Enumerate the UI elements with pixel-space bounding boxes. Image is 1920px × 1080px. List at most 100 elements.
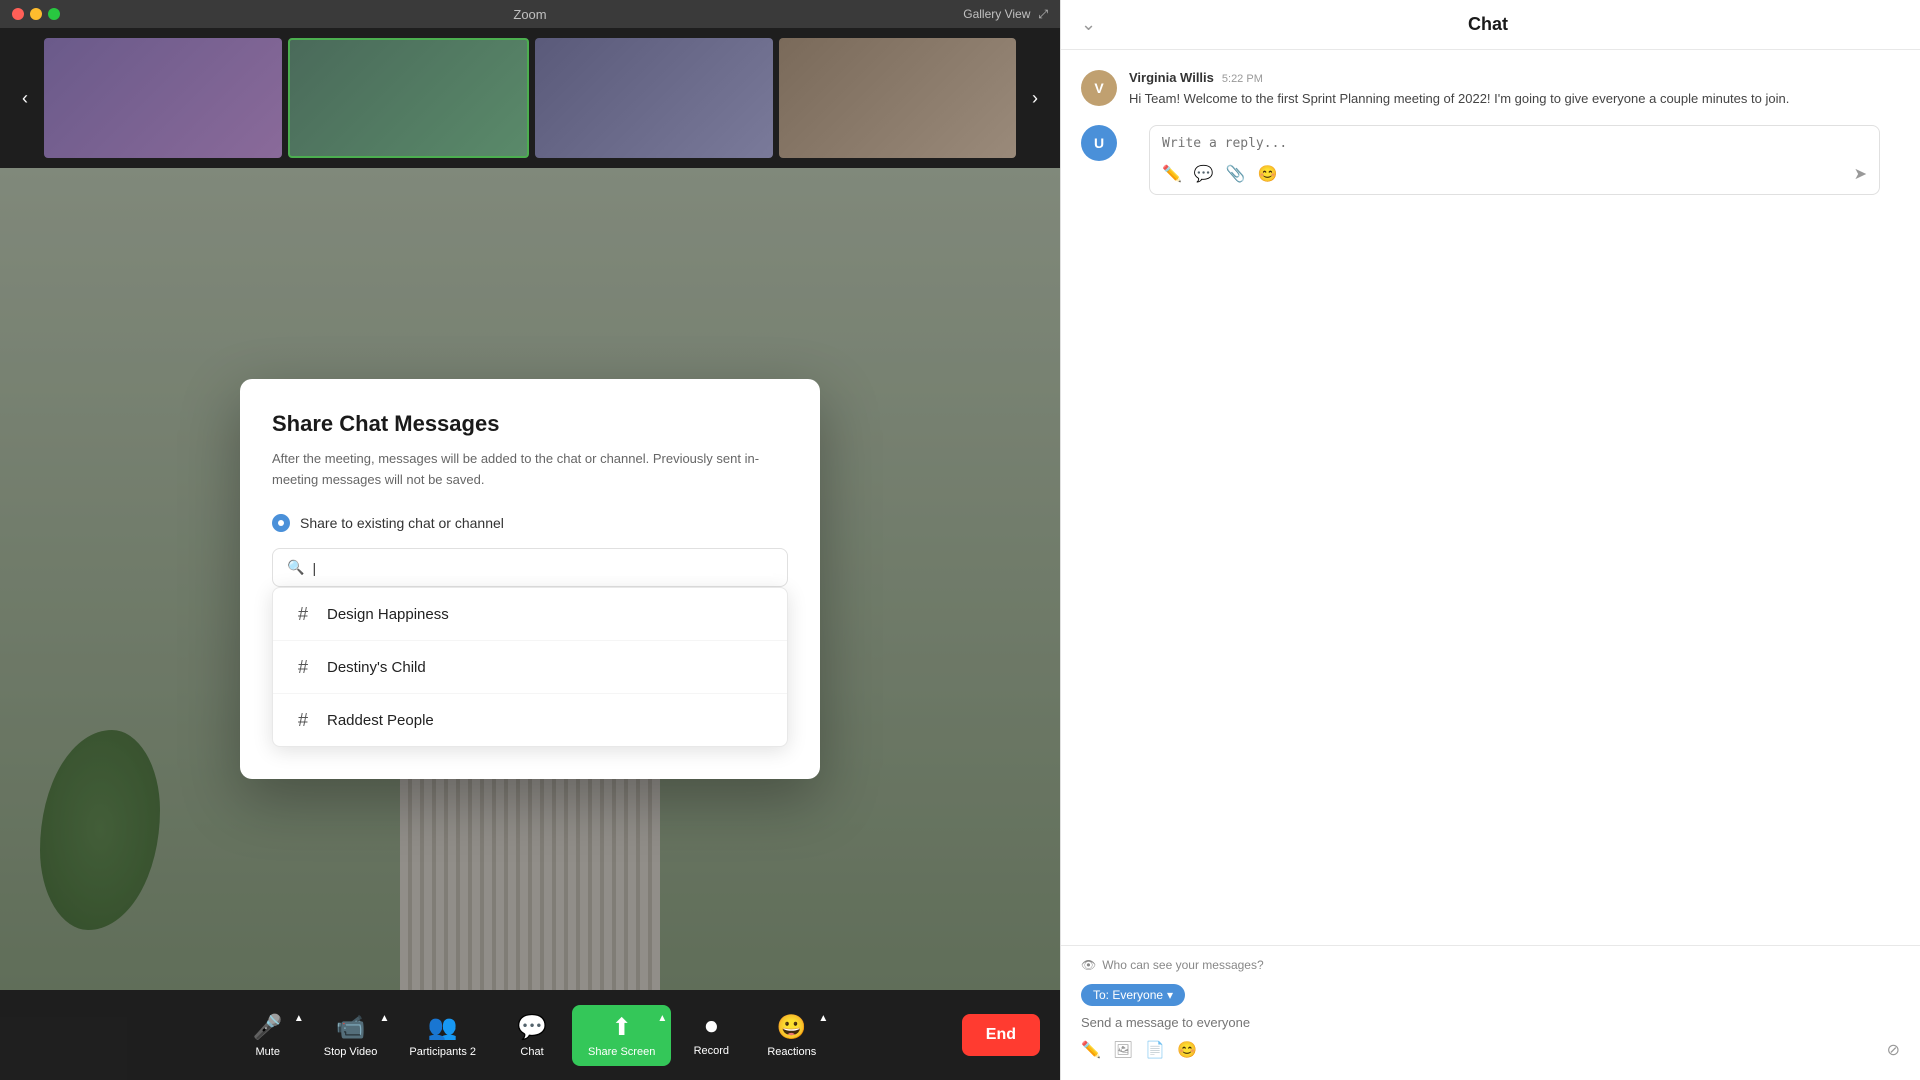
modal-description: After the meeting, messages will be adde… bbox=[272, 449, 788, 491]
message-time: 5:22 PM bbox=[1222, 73, 1263, 85]
to-everyone-row: To: Everyone ▾ bbox=[1081, 984, 1900, 1006]
to-everyone-chevron: ▾ bbox=[1167, 988, 1173, 1002]
who-can-see: 👁 Who can see your messages? bbox=[1081, 958, 1900, 972]
channel-search-input[interactable] bbox=[312, 560, 773, 576]
message-content: Virginia Willis 5:22 PM Hi Team! Welcome… bbox=[1129, 70, 1789, 109]
channel-name: Destiny's Child bbox=[327, 659, 426, 676]
gallery-view-label[interactable]: Gallery View bbox=[963, 7, 1030, 21]
channel-item-destinys-child[interactable]: # Destiny's Child bbox=[273, 641, 787, 694]
reactions-button[interactable]: 😀 Reactions ▲ bbox=[751, 1005, 832, 1066]
title-bar: Zoom Gallery View ⤢ bbox=[0, 0, 1060, 28]
gallery-thumb-4[interactable] bbox=[779, 38, 1017, 158]
edit-icon[interactable]: ✏️ bbox=[1081, 1040, 1101, 1060]
mute-icon: 🎤 bbox=[253, 1013, 283, 1042]
message-text: Hi Team! Welcome to the first Sprint Pla… bbox=[1129, 89, 1789, 109]
message-author: Virginia Willis bbox=[1129, 70, 1214, 85]
chat-footer-icons: ✏️ 🖼 📄 😊 ⊘ bbox=[1081, 1032, 1900, 1068]
chat-messages: V Virginia Willis 5:22 PM Hi Team! Welco… bbox=[1061, 50, 1920, 945]
emoji-icon[interactable]: 😊 bbox=[1258, 164, 1278, 184]
channel-name: Raddest People bbox=[327, 712, 434, 729]
stop-video-button[interactable]: 📹 Stop Video ▲ bbox=[308, 1005, 394, 1066]
stop-video-label: Stop Video bbox=[324, 1046, 378, 1058]
reply-box[interactable]: ✏️ 💬 📎 😊 ➤ bbox=[1149, 125, 1880, 195]
modal-title: Share Chat Messages bbox=[272, 411, 788, 437]
stop-video-caret[interactable]: ▲ bbox=[379, 1013, 389, 1024]
to-everyone-button[interactable]: To: Everyone ▾ bbox=[1081, 984, 1185, 1006]
stop-video-icon: 📹 bbox=[336, 1013, 366, 1042]
share-chat-modal: Share Chat Messages After the meeting, m… bbox=[240, 379, 820, 780]
control-bar: 🎤 Mute ▲ 📹 Stop Video ▲ 👥 Participants 2… bbox=[0, 990, 1060, 1080]
share-screen-label: Share Screen bbox=[588, 1046, 655, 1058]
channel-hash-icon: # bbox=[293, 710, 313, 730]
chat-icon: 💬 bbox=[517, 1013, 547, 1042]
record-button[interactable]: ⏺ Record bbox=[671, 1005, 751, 1065]
to-everyone-label: To: Everyone bbox=[1093, 988, 1163, 1002]
record-icon: ⏺ bbox=[705, 1013, 717, 1041]
gallery-thumbnails bbox=[44, 38, 1016, 158]
chat-collapse-icon[interactable]: ⌄ bbox=[1081, 14, 1096, 35]
gallery-thumb-2[interactable] bbox=[288, 38, 530, 158]
channel-dropdown: # Design Happiness # Destiny's Child # R… bbox=[272, 587, 788, 747]
reactions-caret[interactable]: ▲ bbox=[818, 1013, 828, 1024]
video-area: Zoom Gallery View ⤢ ‹ › Share Chat Me bbox=[0, 0, 1060, 1080]
send-message-input[interactable] bbox=[1081, 1015, 1257, 1030]
file-icon[interactable]: 📄 bbox=[1145, 1040, 1165, 1060]
participants-label: Participants 2 bbox=[409, 1046, 476, 1058]
share-screen-caret[interactable]: ▲ bbox=[657, 1013, 667, 1024]
mute-button[interactable]: 🎤 Mute ▲ bbox=[228, 1005, 308, 1066]
reply-input[interactable] bbox=[1162, 136, 1867, 151]
eye-icon: 👁 bbox=[1081, 958, 1096, 972]
channel-hash-icon: # bbox=[293, 657, 313, 677]
minimize-button[interactable] bbox=[30, 8, 42, 20]
send-reply-icon[interactable]: ➤ bbox=[1854, 164, 1867, 184]
chat-message: V Virginia Willis 5:22 PM Hi Team! Welco… bbox=[1081, 70, 1900, 109]
maximize-button[interactable] bbox=[48, 8, 60, 20]
who-can-see-label: Who can see your messages? bbox=[1102, 958, 1263, 972]
mention-icon[interactable]: 💬 bbox=[1194, 164, 1214, 184]
share-screen-icon: ⬆ bbox=[612, 1013, 632, 1042]
channel-item-raddest-people[interactable]: # Raddest People bbox=[273, 694, 787, 746]
end-button[interactable]: End bbox=[962, 1014, 1040, 1056]
radio-button-selected[interactable] bbox=[272, 514, 290, 532]
chat-button[interactable]: 💬 Chat bbox=[492, 1005, 572, 1066]
chat-label: Chat bbox=[520, 1046, 543, 1058]
title-bar-right: Gallery View ⤢ bbox=[963, 7, 1048, 22]
reactions-icon: 😀 bbox=[777, 1013, 807, 1042]
filter-icon[interactable]: ⊘ bbox=[1887, 1040, 1900, 1060]
gallery-strip: ‹ › bbox=[0, 28, 1060, 168]
main-video: Share Chat Messages After the meeting, m… bbox=[0, 168, 1060, 990]
reply-form: ✏️ 💬 📎 😊 ➤ bbox=[1129, 125, 1900, 203]
close-button[interactable] bbox=[12, 8, 24, 20]
mute-label: Mute bbox=[256, 1046, 280, 1058]
radio-option-existing[interactable]: Share to existing chat or channel bbox=[272, 514, 788, 532]
message-header: Virginia Willis 5:22 PM bbox=[1129, 70, 1789, 85]
chat-header: ⌄ Chat bbox=[1061, 0, 1920, 50]
gallery-thumb-3[interactable] bbox=[535, 38, 773, 158]
expand-icon[interactable]: ⤢ bbox=[1038, 7, 1048, 22]
gallery-thumb-1[interactable] bbox=[44, 38, 282, 158]
current-user-avatar: U bbox=[1081, 125, 1117, 161]
reactions-label: Reactions bbox=[767, 1046, 816, 1058]
chat-footer: 👁 Who can see your messages? To: Everyon… bbox=[1061, 945, 1920, 1080]
mute-caret[interactable]: ▲ bbox=[294, 1013, 304, 1024]
emoji-footer-icon[interactable]: 😊 bbox=[1177, 1040, 1197, 1060]
channel-name: Design Happiness bbox=[327, 606, 449, 623]
gallery-next-button[interactable]: › bbox=[1020, 38, 1050, 158]
chat-title: Chat bbox=[1468, 14, 1508, 35]
image-icon[interactable]: 🖼 bbox=[1113, 1040, 1133, 1060]
reply-area: U ✏️ 💬 📎 😊 ➤ bbox=[1081, 125, 1900, 203]
attachment-icon[interactable]: 📎 bbox=[1226, 164, 1246, 184]
share-screen-button[interactable]: ⬆ Share Screen ▲ bbox=[572, 1005, 671, 1066]
modal-overlay: Share Chat Messages After the meeting, m… bbox=[0, 168, 1060, 990]
format-icon[interactable]: ✏️ bbox=[1162, 164, 1182, 184]
search-icon: 🔍 bbox=[287, 559, 304, 576]
participants-button[interactable]: 👥 Participants 2 bbox=[393, 1005, 492, 1066]
radio-option-label: Share to existing chat or channel bbox=[300, 515, 504, 531]
avatar: V bbox=[1081, 70, 1117, 106]
channel-item-design-happiness[interactable]: # Design Happiness bbox=[273, 588, 787, 641]
channel-search-box[interactable]: 🔍 bbox=[272, 548, 788, 587]
chat-panel: ⌄ Chat V Virginia Willis 5:22 PM Hi Team… bbox=[1060, 0, 1920, 1080]
gallery-prev-button[interactable]: ‹ bbox=[10, 38, 40, 158]
reply-actions: ✏️ 💬 📎 😊 ➤ bbox=[1162, 164, 1867, 184]
participants-icon: 👥 bbox=[428, 1013, 458, 1042]
